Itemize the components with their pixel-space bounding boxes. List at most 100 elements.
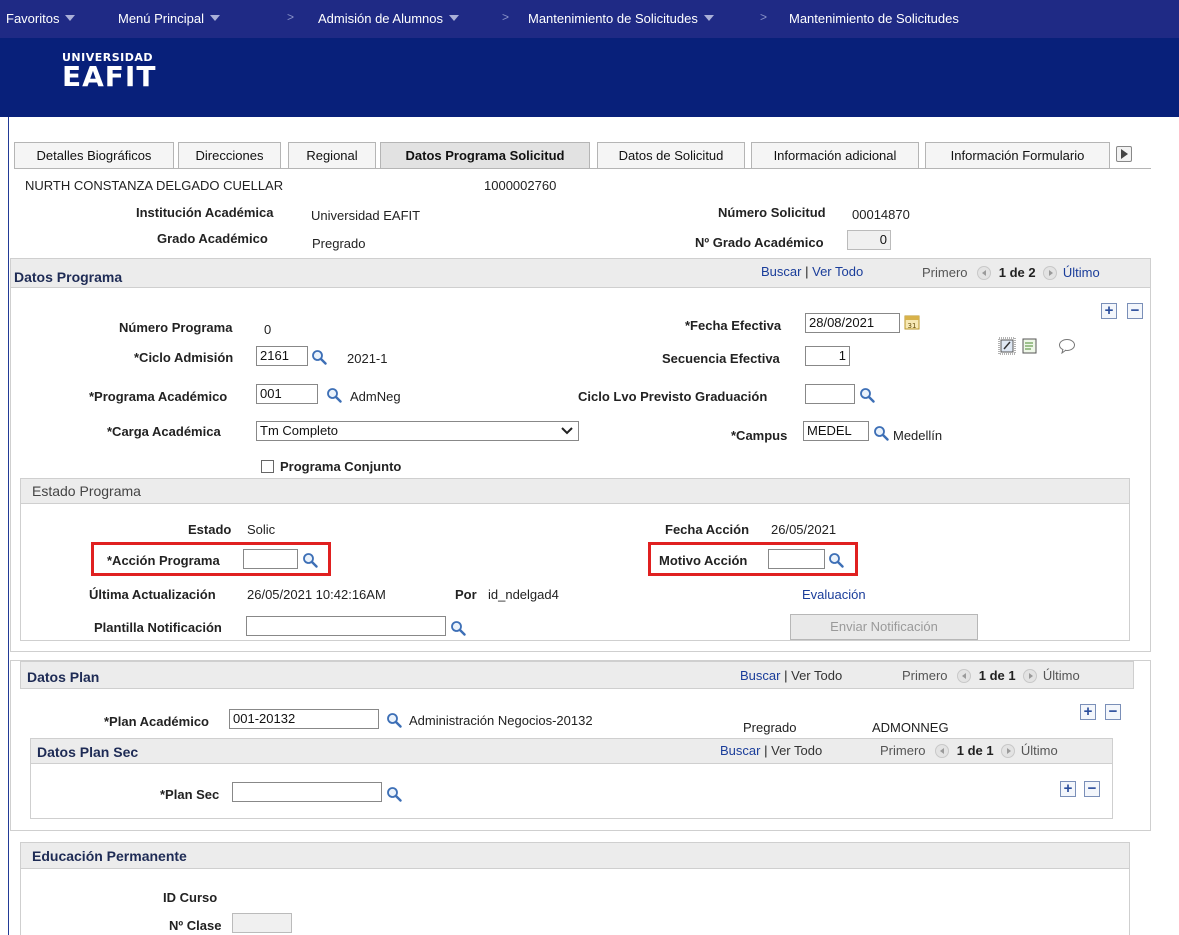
search-icon[interactable] (873, 425, 889, 441)
plantilla-notificacion-label: Plantilla Notificación (94, 620, 222, 635)
add-row-button[interactable]: + (1060, 781, 1076, 797)
top-navigation-bar: Favoritos Menú Principal > Admisión de A… (0, 0, 1179, 38)
favoritos-menu[interactable]: Favoritos (6, 11, 76, 26)
add-row-button[interactable]: + (1080, 704, 1096, 720)
num-grado-label: Nº Grado Académico (695, 235, 824, 250)
evaluacion-link[interactable]: Evaluación (802, 587, 866, 602)
campus-field[interactable]: MEDEL (803, 421, 869, 441)
ciclo-graduacion-field[interactable] (805, 384, 855, 404)
secuencia-field[interactable]: 1 (805, 346, 850, 366)
add-row-button[interactable]: + (1101, 303, 1117, 319)
ciclo-admision-field[interactable]: 2161 (256, 346, 308, 366)
delete-row-button[interactable]: − (1105, 704, 1121, 720)
previous-icon[interactable] (935, 744, 950, 758)
chevron-down-icon (210, 15, 220, 21)
primero-link[interactable]: Primero (922, 265, 968, 280)
ultimo-link[interactable]: Último (1021, 743, 1058, 758)
ultima-actualizacion-label: Última Actualización (89, 587, 216, 602)
chevron-down-icon (449, 15, 460, 21)
programa-conjunto-checkbox[interactable] (261, 460, 274, 473)
plan-sec-field[interactable] (232, 782, 382, 802)
primero-link[interactable]: Primero (902, 668, 948, 683)
buscar-link[interactable]: Buscar (720, 743, 760, 758)
tab-direcciones[interactable]: Direcciones (178, 142, 281, 169)
tab-datos-de-solicitud[interactable]: Datos de Solicitud (597, 142, 745, 169)
ciclo-admision-label: *Ciclo Admisión (134, 350, 234, 365)
buscar-link[interactable]: Buscar (740, 668, 780, 683)
search-icon[interactable] (386, 712, 402, 728)
secuencia-label: Secuencia Efectiva (662, 351, 780, 366)
carga-academica-select[interactable]: Tm Completo (256, 421, 579, 441)
ver-todo-link[interactable]: Ver Todo (791, 668, 842, 683)
favoritos-label: Favoritos (6, 11, 60, 26)
fecha-efectiva-field[interactable]: 28/08/2021 (805, 313, 900, 333)
search-icon[interactable] (311, 349, 327, 365)
plan-academico-label: *Plan Académico (104, 714, 210, 729)
mantenimiento-label: Mantenimiento de Solicitudes (528, 11, 698, 26)
separator: | (764, 743, 768, 758)
breadcrumb-separator-icon: > (502, 10, 510, 24)
institucion-label: Institución Académica (136, 205, 274, 220)
next-icon[interactable] (1023, 669, 1038, 683)
admision-menu[interactable]: Admisión de Alumnos (318, 11, 460, 26)
plan-academico-desc: Administración Negocios-20132 (409, 713, 593, 728)
datos-plan-title: Datos Plan (27, 669, 100, 685)
enviar-notificacion-button[interactable]: Enviar Notificación (790, 614, 978, 640)
tab-datos-programa-solicitud[interactable]: Datos Programa Solicitud (380, 142, 590, 169)
previous-icon[interactable] (957, 669, 972, 683)
previous-icon[interactable] (977, 266, 992, 280)
accion-programa-field[interactable] (243, 549, 298, 569)
plan-academico-field[interactable]: 001-20132 (229, 709, 379, 729)
menu-principal-menu[interactable]: Menú Principal (118, 11, 220, 26)
programa-academico-field[interactable]: 001 (256, 384, 318, 404)
next-icon[interactable] (1043, 266, 1058, 280)
admision-label: Admisión de Alumnos (318, 11, 444, 26)
search-icon[interactable] (450, 620, 466, 636)
campus-label: *Campus (731, 428, 788, 443)
tab-informacion-adicional[interactable]: Información adicional (751, 142, 919, 169)
ultimo-link[interactable]: Último (1063, 265, 1100, 280)
delete-row-button[interactable]: − (1084, 781, 1100, 797)
left-border (8, 117, 9, 935)
ver-todo-link[interactable]: Ver Todo (771, 743, 822, 758)
estado-programa-title: Estado Programa (32, 483, 141, 499)
carga-academica-label: *Carga Académica (107, 424, 221, 439)
student-id: 1000002760 (484, 178, 557, 193)
comment-icon[interactable] (1058, 338, 1076, 355)
motivo-accion-field[interactable] (768, 549, 825, 569)
search-icon[interactable] (326, 387, 342, 403)
primero-link[interactable]: Primero (880, 743, 926, 758)
accion-programa-label: *Acción Programa (107, 553, 220, 568)
notes-icon[interactable] (998, 337, 1016, 355)
por-label: Por (455, 587, 477, 602)
chevron-down-icon (703, 15, 714, 21)
ciclo-graduacion-label: Ciclo Lvo Previsto Graduación (578, 389, 768, 404)
calendar-icon[interactable]: 31 (904, 314, 920, 330)
plantilla-notificacion-field[interactable] (246, 616, 446, 636)
edit-record-icon[interactable] (1022, 338, 1038, 354)
campus-desc: Medellín (893, 428, 943, 443)
ver-todo-link[interactable]: Ver Todo (812, 264, 863, 279)
search-icon[interactable] (859, 387, 875, 403)
pager-text: 1 de 1 (956, 743, 994, 758)
educacion-permanente-title: Educación Permanente (32, 848, 187, 864)
search-icon[interactable] (828, 552, 844, 568)
tab-regional[interactable]: Regional (288, 142, 376, 169)
mantenimiento-menu[interactable]: Mantenimiento de Solicitudes (528, 11, 714, 26)
tab-underline (14, 168, 1151, 169)
fecha-efectiva-label: *Fecha Efectiva (685, 318, 782, 333)
tab-informacion-formulario[interactable]: Información Formulario (925, 142, 1110, 169)
next-icon[interactable] (1001, 744, 1016, 758)
search-icon[interactable] (302, 552, 318, 568)
numero-solicitud-label: Número Solicitud (718, 205, 826, 220)
tab-detalles-biograficos[interactable]: Detalles Biográficos (14, 142, 174, 169)
delete-row-button[interactable]: − (1127, 303, 1143, 319)
plan-grado: Pregrado (743, 720, 797, 735)
buscar-link[interactable]: Buscar (761, 264, 801, 279)
numero-solicitud-value: 00014870 (852, 207, 910, 222)
search-icon[interactable] (386, 786, 402, 802)
estado-value: Solic (247, 522, 276, 537)
next-tab-icon[interactable] (1116, 146, 1132, 162)
ultimo-link[interactable]: Último (1043, 668, 1080, 683)
mantenimiento-current[interactable]: Mantenimiento de Solicitudes (789, 11, 959, 26)
